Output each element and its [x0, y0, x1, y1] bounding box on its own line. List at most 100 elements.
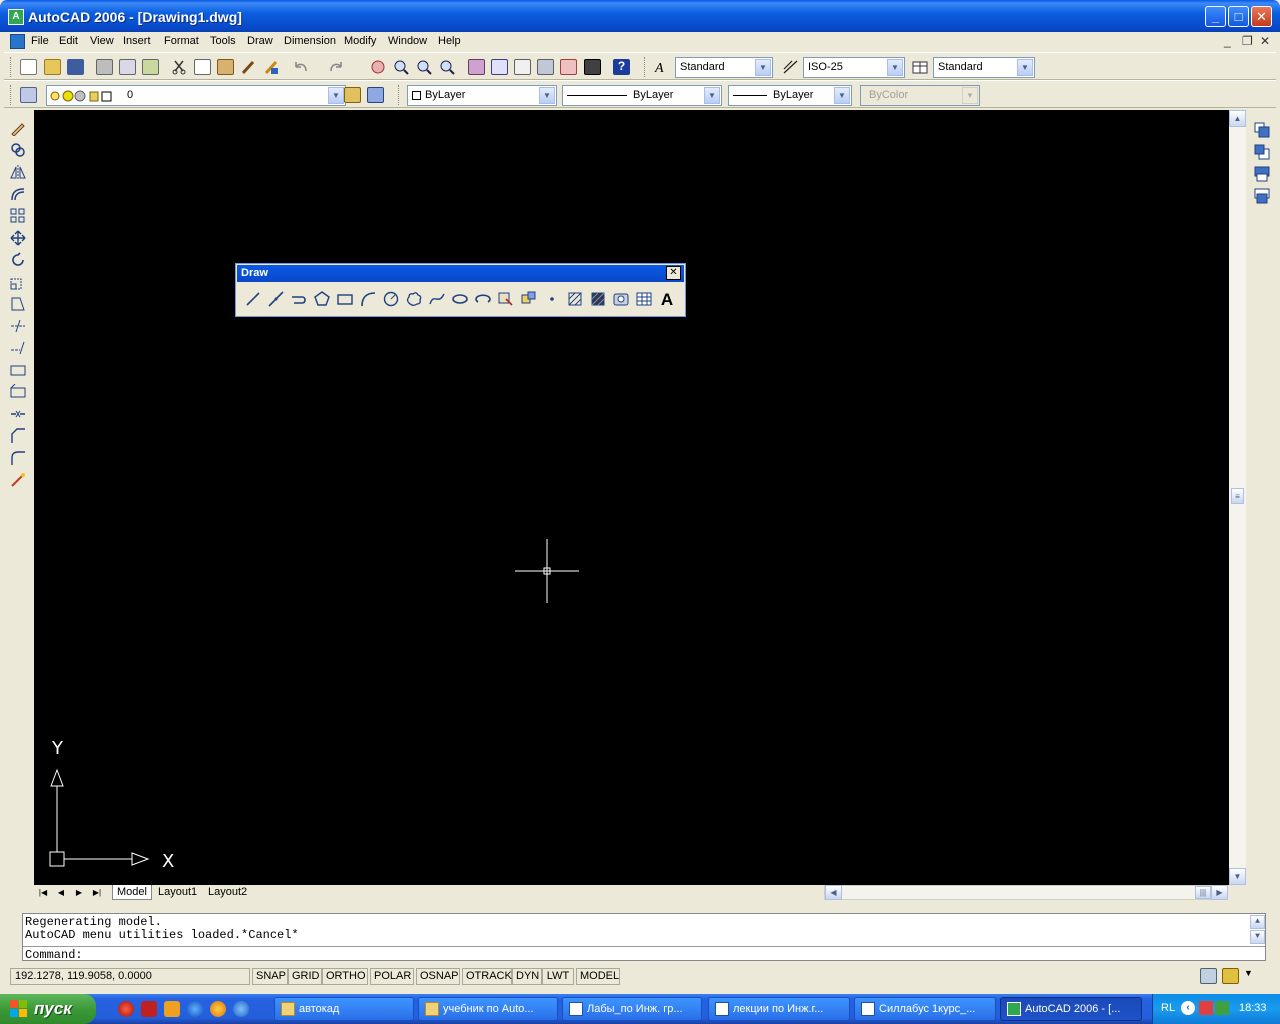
otrack-toggle[interactable]: OTRACK [462, 968, 512, 985]
mdi-close-button[interactable]: ✕ [1260, 34, 1270, 48]
menu-file[interactable]: File [31, 35, 49, 47]
first-tab-button[interactable]: |◀ [36, 886, 50, 899]
bring-to-front-icon[interactable] [1254, 122, 1270, 138]
make-block-icon[interactable] [520, 290, 538, 308]
pan-realtime-icon[interactable] [370, 59, 387, 75]
zoom-window-icon[interactable] [416, 59, 433, 75]
copy-object-icon[interactable] [10, 142, 26, 158]
snap-toggle[interactable]: SNAP [252, 968, 288, 985]
cmd-scroll-down-button[interactable]: ▼ [1250, 930, 1265, 944]
dimension-style-combo[interactable]: ISO-25 ▼ [803, 57, 905, 78]
opera-icon[interactable] [118, 1001, 134, 1017]
next-tab-button[interactable]: ▶ [72, 886, 86, 899]
linetype-combo[interactable]: ByLayer ▼ [562, 85, 722, 106]
trim-icon[interactable] [10, 318, 26, 334]
lineweight-combo[interactable]: ByLayer ▼ [728, 85, 852, 106]
chamfer-icon[interactable] [10, 428, 26, 444]
command-window[interactable]: Regenerating model. AutoCAD menu utiliti… [22, 913, 1266, 962]
zoom-realtime-icon[interactable] [393, 59, 410, 75]
send-to-back-icon[interactable] [1254, 144, 1270, 160]
polar-toggle[interactable]: POLAR [370, 968, 414, 985]
vertical-scrollbar[interactable]: ▲ ≡ ▼ [1229, 110, 1246, 885]
tab-layout2[interactable]: Layout2 [204, 885, 251, 900]
status-menu-icon[interactable]: ▼ [1244, 968, 1261, 984]
language-indicator[interactable]: RL [1161, 1002, 1175, 1014]
erase-icon[interactable] [10, 120, 26, 137]
model-space[interactable]: Y X [34, 110, 1229, 885]
communication-center-icon[interactable] [1200, 968, 1217, 984]
color-combo[interactable]: ByLayer ▼ [407, 85, 557, 106]
plot-preview-icon[interactable] [119, 59, 136, 75]
draw-toolbar-floating[interactable]: Draw ✕ A [235, 263, 686, 317]
menu-help[interactable]: Help [438, 35, 461, 47]
publish-icon[interactable] [142, 59, 159, 75]
text-style-combo[interactable]: Standard ▼ [675, 57, 773, 78]
lwt-toggle[interactable]: LWT [542, 968, 574, 985]
lock-icon[interactable] [1222, 968, 1239, 984]
menu-format[interactable]: Format [164, 35, 199, 47]
chevron-down-icon[interactable]: ▼ [1017, 59, 1033, 76]
media-player-icon[interactable] [210, 1001, 226, 1017]
grid-toggle[interactable]: GRID [288, 968, 322, 985]
explode-icon[interactable] [10, 472, 26, 488]
title-bar[interactable]: A AutoCAD 2006 - [Drawing1.dwg] _ □ ✕ [0, 0, 1280, 32]
toolbar-grip[interactable] [10, 57, 13, 77]
menu-window[interactable]: Window [388, 35, 427, 47]
browser-icon[interactable] [233, 1001, 249, 1017]
dimension-style-icon[interactable] [782, 59, 799, 75]
task-autocad-folder[interactable]: автокад [274, 997, 414, 1021]
menu-edit[interactable]: Edit [59, 35, 78, 47]
draw-toolbar-titlebar[interactable]: Draw ✕ [237, 265, 684, 282]
horizontal-scrollbar[interactable]: ◀ ||| ▶ [824, 885, 1228, 900]
mdi-minimize-button[interactable]: _ [1224, 34, 1231, 48]
text-style-icon[interactable]: A [654, 59, 671, 76]
toolbar-grip[interactable] [644, 57, 647, 77]
properties-icon[interactable] [468, 59, 485, 75]
clock[interactable]: 18:33 [1239, 1002, 1267, 1014]
hatch-icon[interactable] [566, 290, 584, 308]
scroll-right-button[interactable]: ▶ [1211, 885, 1228, 900]
array-icon[interactable] [10, 208, 26, 224]
scroll-thumb[interactable]: ||| [1195, 886, 1211, 899]
chevron-down-icon[interactable]: ▼ [755, 59, 771, 76]
rotate-icon[interactable] [10, 252, 26, 268]
document-icon[interactable] [10, 34, 25, 49]
bring-above-objects-icon[interactable] [1254, 166, 1270, 182]
chevron-down-icon[interactable]: ▼ [539, 87, 555, 104]
print-icon[interactable] [96, 59, 113, 75]
match-properties-icon[interactable] [240, 59, 257, 75]
menu-modify[interactable]: Modify [344, 35, 376, 47]
maximize-button[interactable]: □ [1228, 6, 1249, 27]
menu-tools[interactable]: Tools [210, 35, 236, 47]
minimize-button[interactable]: _ [1205, 6, 1226, 27]
join-icon[interactable] [10, 406, 26, 422]
line-icon[interactable] [244, 290, 262, 308]
polyline-icon[interactable] [290, 290, 308, 308]
paste-icon[interactable] [217, 59, 234, 75]
polygon-icon[interactable] [313, 290, 331, 308]
tool-palettes-icon[interactable] [514, 59, 531, 75]
layer-previous-icon[interactable] [367, 87, 384, 103]
table-style-icon[interactable] [912, 59, 929, 75]
tab-layout1[interactable]: Layout1 [154, 885, 201, 900]
extend-icon[interactable] [10, 340, 26, 356]
chevron-left-icon[interactable]: ‹ [1181, 1001, 1195, 1015]
table-style-combo[interactable]: Standard ▼ [933, 57, 1035, 78]
menu-draw[interactable]: Draw [247, 35, 273, 47]
design-center-icon[interactable] [491, 59, 508, 75]
markup-set-manager-icon[interactable] [560, 59, 577, 75]
coordinates-readout[interactable]: 192.1278, 119.9058, 0.0000 [10, 968, 250, 985]
multiline-text-icon[interactable]: A [658, 290, 676, 309]
draw-toolbar-close-button[interactable]: ✕ [666, 266, 681, 280]
move-icon[interactable] [10, 230, 26, 246]
rectangle-icon[interactable] [336, 290, 354, 308]
drawing-canvas[interactable]: Y X [34, 110, 1229, 885]
region-icon[interactable] [612, 290, 630, 308]
save-icon[interactable] [67, 59, 84, 75]
cmd-scroll-up-button[interactable]: ▲ [1250, 915, 1265, 929]
arc-icon[interactable] [359, 290, 377, 308]
new-icon[interactable] [20, 59, 37, 75]
construction-line-icon[interactable] [267, 290, 285, 308]
ellipse-icon[interactable] [451, 290, 469, 308]
fillet-icon[interactable] [10, 450, 26, 466]
